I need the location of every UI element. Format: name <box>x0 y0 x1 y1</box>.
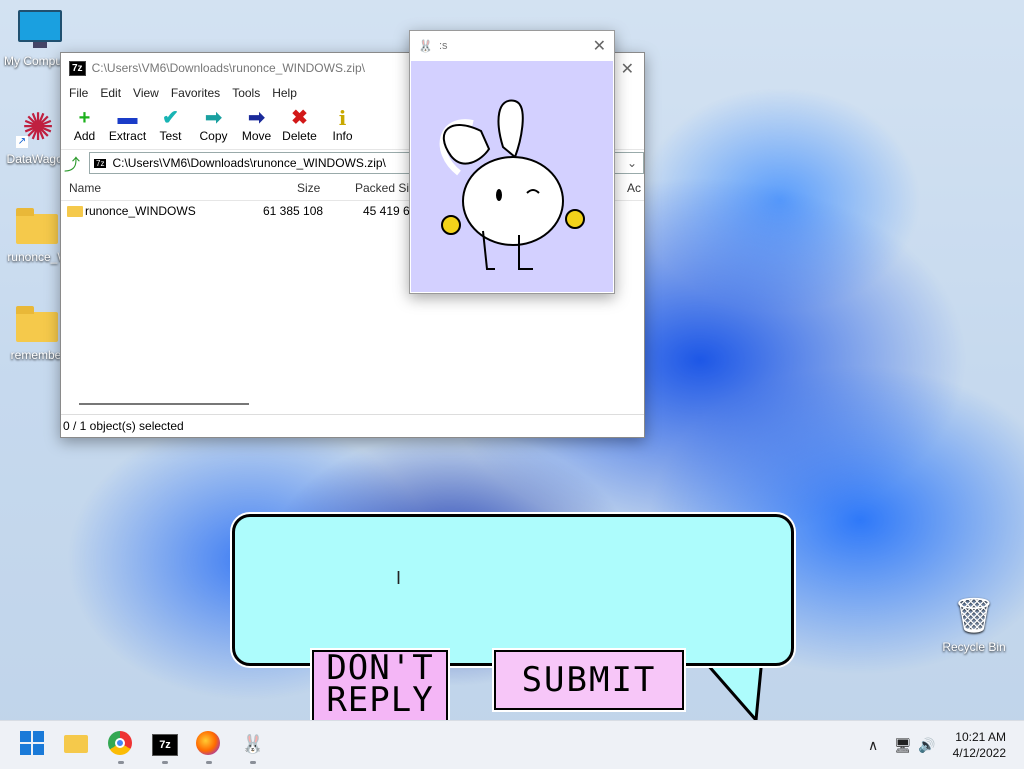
move-button[interactable]: ➡ Move <box>235 103 278 149</box>
test-icon: ✔ <box>162 107 179 129</box>
window-title: :s <box>438 40 448 52</box>
chrome-icon <box>108 731 132 755</box>
desktop-icon-label: remember <box>10 348 66 362</box>
extract-label: Extract <box>108 129 147 143</box>
menu-file[interactable]: File <box>63 86 94 100</box>
move-icon: ➡ <box>248 107 265 129</box>
copy-label: Copy <box>199 129 228 143</box>
recycle-bin-icon: 🗑 <box>952 597 996 635</box>
bunny-window[interactable]: 🐰 :s ✕ <box>409 30 615 294</box>
column-header-attributes[interactable]: Ac <box>627 181 641 195</box>
sevenzip-logo-icon: 7z <box>69 60 86 76</box>
windows-logo-icon <box>20 731 44 755</box>
folder-icon <box>67 205 83 217</box>
bunny-character-icon <box>439 99 585 270</box>
datawagon-icon: ✺ ↗ <box>16 107 54 149</box>
dont-reply-line2: REPLY <box>326 680 434 720</box>
chevron-down-icon[interactable]: ⌄ <box>627 156 637 170</box>
menu-edit[interactable]: Edit <box>94 86 127 100</box>
folder-icon <box>64 735 88 753</box>
submit-button[interactable]: SUBMIT <box>494 650 684 710</box>
taskbar-file-explorer[interactable] <box>64 731 90 757</box>
status-bar: 0 / 1 object(s) selected <box>61 414 644 437</box>
folder-up-icon[interactable]: ⤴ <box>61 151 83 175</box>
extract-icon: ▬ <box>117 107 138 129</box>
bunny-character-panel <box>411 61 613 292</box>
file-name: runonce_WINDOWS <box>85 204 196 218</box>
computer-icon <box>18 10 62 50</box>
firefox-icon <box>196 731 220 755</box>
delete-label: Delete <box>282 129 317 143</box>
text-cursor-icon: I <box>396 568 402 588</box>
column-header-packed-size[interactable]: Packed Siz <box>355 181 415 195</box>
column-header-name[interactable]: Name <box>69 181 101 195</box>
copy-button[interactable]: ➡ Copy <box>192 103 235 149</box>
menu-help[interactable]: Help <box>266 86 303 100</box>
zip-icon: 7z <box>94 158 107 168</box>
test-label: Test <box>159 129 182 143</box>
close-icon[interactable]: ✕ <box>621 59 634 79</box>
bunny-app-icon: 🐰 <box>241 734 265 754</box>
taskbar-chrome[interactable] <box>108 731 134 757</box>
window-titlebar[interactable]: 🐰 :s ✕ <box>410 31 614 61</box>
status-text: 0 / 1 object(s) selected <box>63 419 184 433</box>
desktop-icon-recycle-bin[interactable]: 🗑 Recycle Bin <box>936 596 1012 654</box>
add-button[interactable]: + Add <box>63 103 106 149</box>
desktop-icon-label: Recycle Bin <box>942 640 1006 654</box>
clock-date: 4/12/2022 <box>952 746 1006 760</box>
menu-tools[interactable]: Tools <box>226 86 266 100</box>
test-button[interactable]: ✔ Test <box>149 103 192 149</box>
folder-icon <box>16 206 60 246</box>
reply-input-bubble[interactable] <box>232 514 794 666</box>
menu-favorites[interactable]: Favorites <box>165 86 226 100</box>
start-button[interactable] <box>20 731 46 757</box>
delete-button[interactable]: ✖ Delete <box>278 103 321 149</box>
close-icon[interactable]: ✕ <box>593 36 606 56</box>
taskbar: 7z 🐰 ∧ 🖥 🔊 10:21 AM 4/12/2022 <box>0 720 1024 769</box>
clock-time: 10:21 AM <box>955 730 1006 744</box>
bunny-app-icon: 🐰 <box>418 39 433 53</box>
show-hidden-icons-chevron-icon[interactable]: ∧ <box>868 721 878 769</box>
column-header-size[interactable]: Size <box>297 181 320 195</box>
info-button[interactable]: i Info <box>321 103 364 149</box>
taskbar-7zip[interactable]: 7z <box>152 731 178 757</box>
move-label: Move <box>241 129 272 143</box>
shortcut-arrow-icon: ↗ <box>16 136 28 148</box>
add-icon: + <box>78 107 91 129</box>
info-label: Info <box>332 129 353 143</box>
window-title: C:\Users\VM6\Downloads\runonce_WINDOWS.z… <box>91 61 365 75</box>
taskbar-firefox[interactable] <box>196 731 222 757</box>
horizontal-scrollbar[interactable] <box>79 403 249 405</box>
info-icon: i <box>338 106 347 130</box>
sevenzip-logo-icon: 7z <box>152 734 178 756</box>
extract-button[interactable]: ▬ Extract <box>106 103 149 149</box>
add-label: Add <box>73 129 96 143</box>
system-clock[interactable]: 10:21 AM 4/12/2022 <box>953 729 1006 761</box>
menu-view[interactable]: View <box>127 86 165 100</box>
network-icon[interactable]: 🖥 <box>894 721 912 769</box>
folder-icon <box>16 304 60 344</box>
volume-icon[interactable]: 🔊 <box>918 721 935 769</box>
delete-icon: ✖ <box>291 107 308 129</box>
file-size: 61 385 108 <box>263 204 324 218</box>
address-text: C:\Users\VM6\Downloads\runonce_WINDOWS.z… <box>112 156 386 170</box>
copy-icon: ➡ <box>205 107 222 129</box>
taskbar-bunny-app[interactable]: 🐰 <box>240 731 266 757</box>
